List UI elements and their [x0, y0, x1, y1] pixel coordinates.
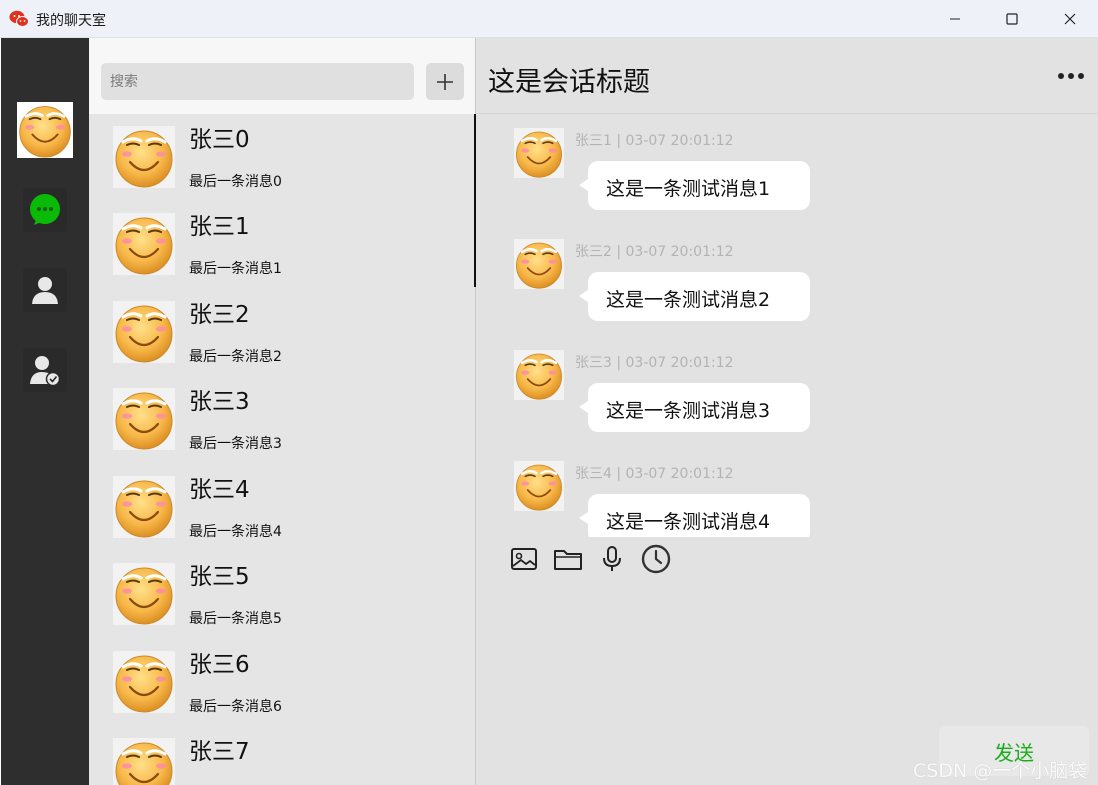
session-list: 张三0 最后一条消息0 张三1 最后一条消息1 张三2 最后一条消息2 张三3 …	[89, 114, 475, 785]
search-input[interactable]	[101, 63, 414, 100]
clock-icon	[641, 544, 671, 574]
avatar	[113, 476, 175, 538]
message-text: 这是一条测试消息4	[606, 511, 771, 533]
message-item: 张三1 | 03-07 20:01:12 这是一条测试消息1	[476, 115, 1098, 226]
message-area[interactable]: 张三1 | 03-07 20:01:12 这是一条测试消息1 张三2 | 03-…	[476, 115, 1098, 537]
microphone-icon	[603, 546, 621, 571]
session-last-message: 最后一条消息3	[189, 436, 282, 452]
watermark: CSDN @一个小脑袋	[913, 760, 1088, 782]
message-bubble[interactable]: 这是一条测试消息2	[579, 272, 810, 321]
message-bubble[interactable]: 这是一条测试消息4	[579, 494, 810, 537]
session-name: 张三4	[189, 477, 250, 503]
maximize-icon	[1006, 13, 1018, 25]
nav-sidebar	[1, 38, 89, 785]
person-check-icon	[30, 356, 61, 387]
folder-icon	[554, 550, 582, 570]
message-text: 这是一条测试消息3	[606, 400, 771, 422]
more-dots-icon	[1058, 73, 1084, 79]
message-item: 张三2 | 03-07 20:01:12 这是一条测试消息2	[476, 226, 1098, 337]
title-bar: 我的聊天室	[0, 0, 1098, 38]
message-item: 张三4 | 03-07 20:01:12 这是一条测试消息4	[476, 448, 1098, 537]
session-last-message: 最后一条消息0	[189, 174, 282, 190]
session-name: 张三1	[189, 214, 250, 240]
message-bubble[interactable]: 这是一条测试消息1	[579, 161, 810, 210]
session-name: 张三5	[189, 564, 250, 590]
session-item[interactable]: 张三3 最后一条消息3	[89, 376, 475, 463]
history-button[interactable]	[640, 541, 672, 577]
session-item[interactable]: 张三7	[89, 726, 475, 785]
message-meta: 张三1 | 03-07 20:01:12	[575, 133, 734, 149]
session-item[interactable]: 张三6 最后一条消息6	[89, 639, 475, 726]
session-item[interactable]: 张三4 最后一条消息4	[89, 464, 475, 551]
nav-friend-requests-button[interactable]	[23, 348, 67, 392]
message-item: 张三3 | 03-07 20:01:12 这是一条测试消息3	[476, 337, 1098, 448]
wechat-logo-icon	[9, 10, 29, 28]
image-icon	[511, 548, 537, 570]
minimize-icon	[950, 18, 960, 20]
session-last-message: 最后一条消息6	[189, 699, 282, 715]
avatar[interactable]	[514, 350, 564, 400]
session-name: 张三6	[189, 652, 250, 678]
avatar	[113, 563, 175, 625]
chat-title: 这是会话标题	[488, 67, 650, 98]
session-panel: 张三0 最后一条消息0 张三1 最后一条消息1 张三2 最后一条消息2 张三3 …	[89, 38, 475, 785]
chat-bubble-icon	[30, 194, 60, 225]
session-item[interactable]: 张三2 最后一条消息2	[89, 289, 475, 376]
avatar	[113, 738, 175, 785]
session-last-message: 最后一条消息1	[189, 261, 282, 277]
message-bubble[interactable]: 这是一条测试消息3	[579, 383, 810, 432]
avatar	[113, 388, 175, 450]
session-name: 张三7	[189, 739, 250, 765]
chat-header: 这是会话标题	[476, 38, 1098, 114]
session-name: 张三2	[189, 302, 250, 328]
window-title: 我的聊天室	[36, 13, 106, 29]
person-icon	[32, 277, 58, 304]
message-meta: 张三4 | 03-07 20:01:12	[575, 466, 734, 482]
avatar[interactable]	[514, 239, 564, 289]
message-text: 这是一条测试消息2	[606, 289, 771, 311]
session-item[interactable]: 张三5 最后一条消息5	[89, 551, 475, 638]
message-text: 这是一条测试消息1	[606, 178, 771, 200]
session-item[interactable]: 张三1 最后一条消息1	[89, 201, 475, 288]
search-area	[89, 38, 475, 114]
voice-input-button[interactable]	[596, 541, 628, 577]
avatar[interactable]	[514, 128, 564, 178]
avatar[interactable]	[514, 461, 564, 511]
message-meta: 张三2 | 03-07 20:01:12	[575, 244, 734, 260]
session-last-message: 最后一条消息2	[189, 349, 282, 365]
plus-icon	[437, 73, 453, 90]
avatar	[113, 126, 175, 188]
session-name: 张三0	[189, 127, 250, 153]
session-item[interactable]: 张三0 最后一条消息0	[89, 114, 475, 201]
avatar	[113, 213, 175, 275]
add-friend-button[interactable]	[426, 63, 464, 100]
session-last-message: 最后一条消息5	[189, 611, 282, 627]
avatar	[113, 651, 175, 713]
close-icon	[1064, 13, 1076, 25]
more-button[interactable]	[1054, 66, 1088, 86]
send-file-button[interactable]	[552, 541, 584, 577]
minimize-button[interactable]	[926, 0, 984, 38]
close-button[interactable]	[1041, 0, 1098, 38]
session-last-message: 最后一条消息4	[189, 524, 282, 540]
nav-chat-button[interactable]	[23, 188, 67, 232]
user-avatar[interactable]	[17, 102, 73, 158]
maximize-button[interactable]	[983, 0, 1041, 38]
session-name: 张三3	[189, 389, 250, 415]
send-image-button[interactable]	[508, 541, 540, 577]
nav-contacts-button[interactable]	[23, 268, 67, 312]
avatar	[113, 301, 175, 363]
message-meta: 张三3 | 03-07 20:01:12	[575, 355, 734, 371]
chat-panel: 这是会话标题 张三1 | 03-07 20:01:12 这是一条测试消息1 张三…	[476, 38, 1098, 785]
